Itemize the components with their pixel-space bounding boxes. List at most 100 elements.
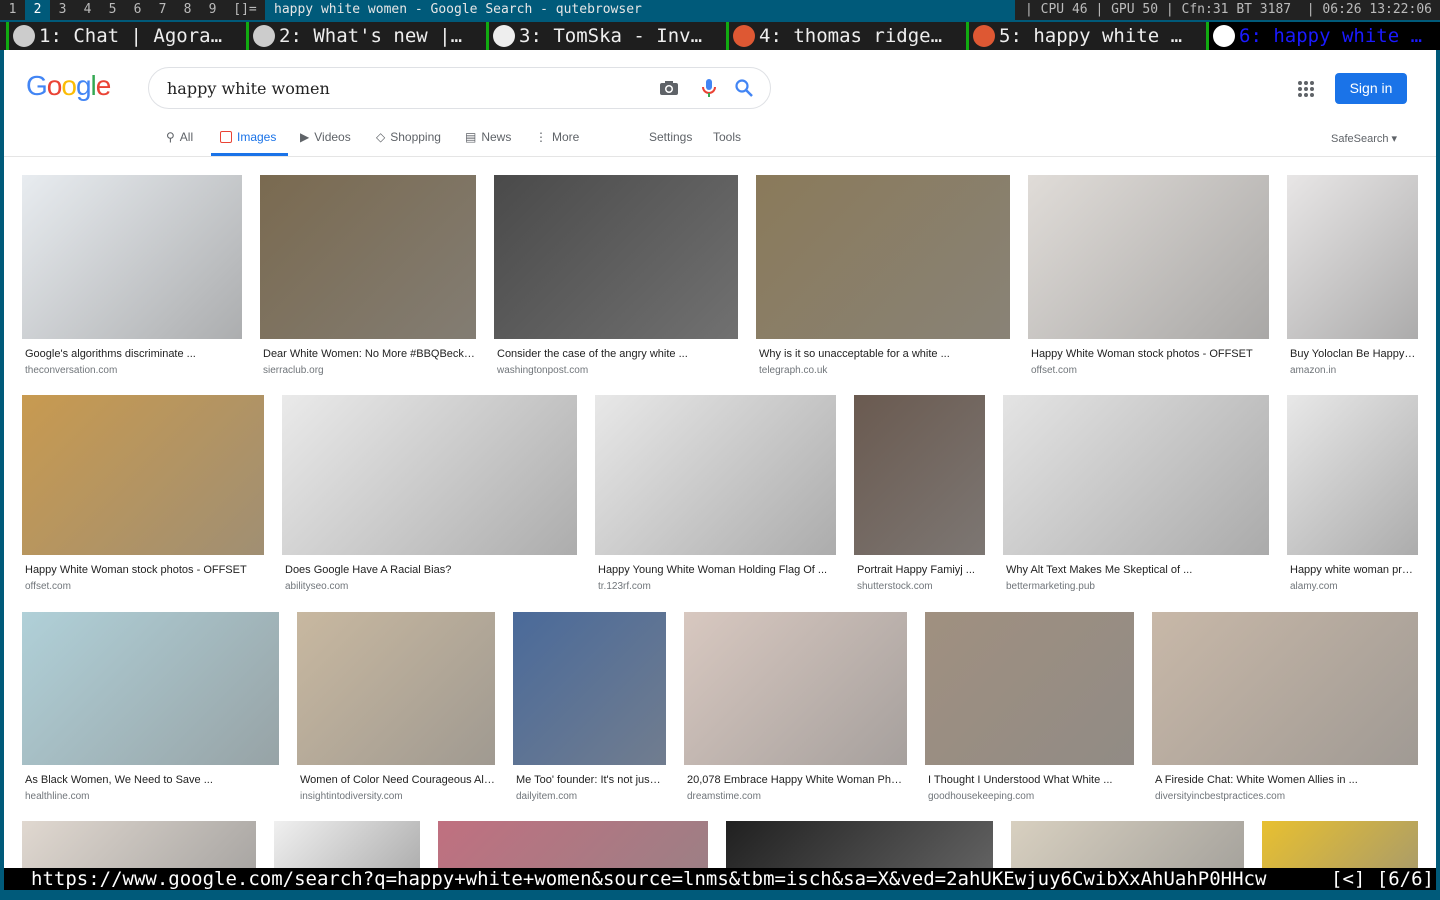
browser-tab[interactable]: 6: happy white … <box>1206 22 1440 50</box>
result-source[interactable]: dreamstime.com <box>684 791 907 802</box>
workspace-6[interactable]: 6 <box>125 0 150 20</box>
tab-news[interactable]: ▤ News <box>465 130 511 144</box>
result-thumbnail[interactable] <box>595 395 836 555</box>
result-title[interactable]: As Black Women, We Need to Save ... <box>22 774 279 786</box>
result-thumbnail[interactable] <box>438 821 708 868</box>
workspace-4[interactable]: 4 <box>75 0 100 20</box>
result-source[interactable]: offset.com <box>1028 365 1269 376</box>
image-result[interactable] <box>1011 821 1244 868</box>
search-input[interactable]: happy white women <box>167 79 330 98</box>
workspace-5[interactable]: 5 <box>100 0 125 20</box>
result-thumbnail[interactable] <box>684 612 907 765</box>
result-title[interactable]: Me Too' founder: It's not jus… <box>513 774 666 786</box>
result-title[interactable]: Buy Yoloclan Be Happy… <box>1287 348 1418 360</box>
image-result[interactable]: Why is it so unacceptable for a white ..… <box>756 175 1010 376</box>
result-source[interactable]: dailyitem.com <box>513 791 666 802</box>
result-thumbnail[interactable] <box>260 175 476 339</box>
result-source[interactable]: amazon.in <box>1287 365 1418 376</box>
apps-grid-icon[interactable] <box>1298 81 1314 97</box>
tab-images[interactable]: Images <box>220 130 276 144</box>
image-result[interactable]: Women of Color Need Courageous Al… insigh… <box>297 612 495 802</box>
workspace-7[interactable]: 7 <box>150 0 175 20</box>
result-title[interactable]: Google's algorithms discriminate ... <box>22 348 242 360</box>
browser-tab[interactable]: 3: TomSka - Inv… <box>486 22 720 50</box>
image-result[interactable]: Happy Young White Woman Holding Flag Of … <box>595 395 836 592</box>
safesearch-dropdown[interactable]: SafeSearch ▾ <box>1331 132 1397 145</box>
result-title[interactable]: Why Alt Text Makes Me Skeptical of ... <box>1003 564 1269 576</box>
result-thumbnail[interactable] <box>1262 821 1418 868</box>
result-thumbnail[interactable] <box>513 612 666 765</box>
result-thumbnail[interactable] <box>22 612 279 765</box>
result-title[interactable]: 20,078 Embrace Happy White Woman Ph… <box>684 774 907 786</box>
image-result[interactable]: Happy white woman pr… alamy.com <box>1287 395 1418 592</box>
image-result[interactable]: Does Google Have A Racial Bias? abilityse… <box>282 395 577 592</box>
image-result[interactable] <box>1262 821 1418 868</box>
browser-tab[interactable]: 1: Chat | Agora… <box>6 22 240 50</box>
result-source[interactable]: goodhousekeeping.com <box>925 791 1134 802</box>
result-thumbnail[interactable] <box>274 821 420 868</box>
tab-videos[interactable]: ▶ Videos <box>300 130 351 144</box>
image-result[interactable]: As Black Women, We Need to Save ... healt… <box>22 612 279 802</box>
image-result[interactable]: Dear White Women: No More #BBQBeck… sierr… <box>260 175 476 376</box>
browser-tab[interactable]: 4: thomas ridge… <box>726 22 960 50</box>
workspace-8[interactable]: 8 <box>175 0 200 20</box>
image-result[interactable]: Why Alt Text Makes Me Skeptical of ... be… <box>1003 395 1269 592</box>
tab-shopping[interactable]: ◇ Shopping <box>376 130 441 144</box>
result-thumbnail[interactable] <box>1287 395 1418 555</box>
workspace-9[interactable]: 9 <box>200 0 225 20</box>
result-source[interactable]: alamy.com <box>1287 581 1418 592</box>
workspace-1[interactable]: 1 <box>0 0 25 20</box>
image-result[interactable] <box>274 821 420 868</box>
settings-link[interactable]: Settings <box>649 130 692 144</box>
tab-all[interactable]: ⚲ All <box>166 130 193 144</box>
result-source[interactable]: offset.com <box>22 581 264 592</box>
result-title[interactable]: Why is it so unacceptable for a white ..… <box>756 348 1010 360</box>
image-result[interactable]: A Fireside Chat: White Women Allies in .… <box>1152 612 1418 802</box>
result-thumbnail[interactable] <box>1003 395 1269 555</box>
search-box[interactable]: happy white women <box>148 67 771 109</box>
result-source[interactable]: sierraclub.org <box>260 365 476 376</box>
camera-icon[interactable] <box>659 78 679 98</box>
result-thumbnail[interactable] <box>925 612 1134 765</box>
result-title[interactable]: Women of Color Need Courageous Al… <box>297 774 495 786</box>
result-title[interactable]: Happy White Woman stock photos - OFFSET <box>1028 348 1269 360</box>
result-thumbnail[interactable] <box>494 175 738 339</box>
result-source[interactable]: diversityincbestpractices.com <box>1152 791 1418 802</box>
tab-more[interactable]: ⋮ More <box>535 130 579 144</box>
image-result[interactable]: Me Too' founder: It's not jus… dailyitem.… <box>513 612 666 802</box>
result-thumbnail[interactable] <box>726 821 993 868</box>
image-result[interactable]: Happy White Woman stock photos - OFFSET o… <box>22 395 264 592</box>
result-thumbnail[interactable] <box>282 395 577 555</box>
result-thumbnail[interactable] <box>756 175 1010 339</box>
browser-tab[interactable]: 2: What's new |… <box>246 22 480 50</box>
result-source[interactable]: tr.123rf.com <box>595 581 836 592</box>
image-result[interactable]: Happy White Woman stock photos - OFFSET o… <box>1028 175 1269 376</box>
microphone-icon[interactable] <box>699 78 719 98</box>
result-source[interactable]: healthline.com <box>22 791 279 802</box>
sign-in-button[interactable]: Sign in <box>1335 73 1407 104</box>
result-source[interactable]: telegraph.co.uk <box>756 365 1010 376</box>
result-source[interactable]: bettermarketing.pub <box>1003 581 1269 592</box>
result-source[interactable]: washingtonpost.com <box>494 365 738 376</box>
result-thumbnail[interactable] <box>1028 175 1269 339</box>
result-title[interactable]: A Fireside Chat: White Women Allies in .… <box>1152 774 1418 786</box>
result-title[interactable]: Happy white woman pr… <box>1287 564 1418 576</box>
result-thumbnail[interactable] <box>1287 175 1418 339</box>
google-logo[interactable]: Google <box>26 70 111 102</box>
result-title[interactable]: Happy White Woman stock photos - OFFSET <box>22 564 264 576</box>
image-result[interactable] <box>22 821 256 868</box>
result-title[interactable]: Consider the case of the angry white ... <box>494 348 738 360</box>
image-result[interactable]: Consider the case of the angry white ...… <box>494 175 738 376</box>
tools-link[interactable]: Tools <box>713 130 741 144</box>
image-result[interactable]: I Thought I Understood What White ... goo… <box>925 612 1134 802</box>
result-title[interactable]: Dear White Women: No More #BBQBeck… <box>260 348 476 360</box>
image-result[interactable] <box>438 821 708 868</box>
result-title[interactable]: Happy Young White Woman Holding Flag Of … <box>595 564 836 576</box>
result-thumbnail[interactable] <box>22 395 264 555</box>
result-source[interactable]: theconversation.com <box>22 365 242 376</box>
result-thumbnail[interactable] <box>22 821 256 868</box>
result-thumbnail[interactable] <box>1011 821 1244 868</box>
result-source[interactable]: abilityseo.com <box>282 581 577 592</box>
result-title[interactable]: I Thought I Understood What White ... <box>925 774 1134 786</box>
result-thumbnail[interactable] <box>1152 612 1418 765</box>
